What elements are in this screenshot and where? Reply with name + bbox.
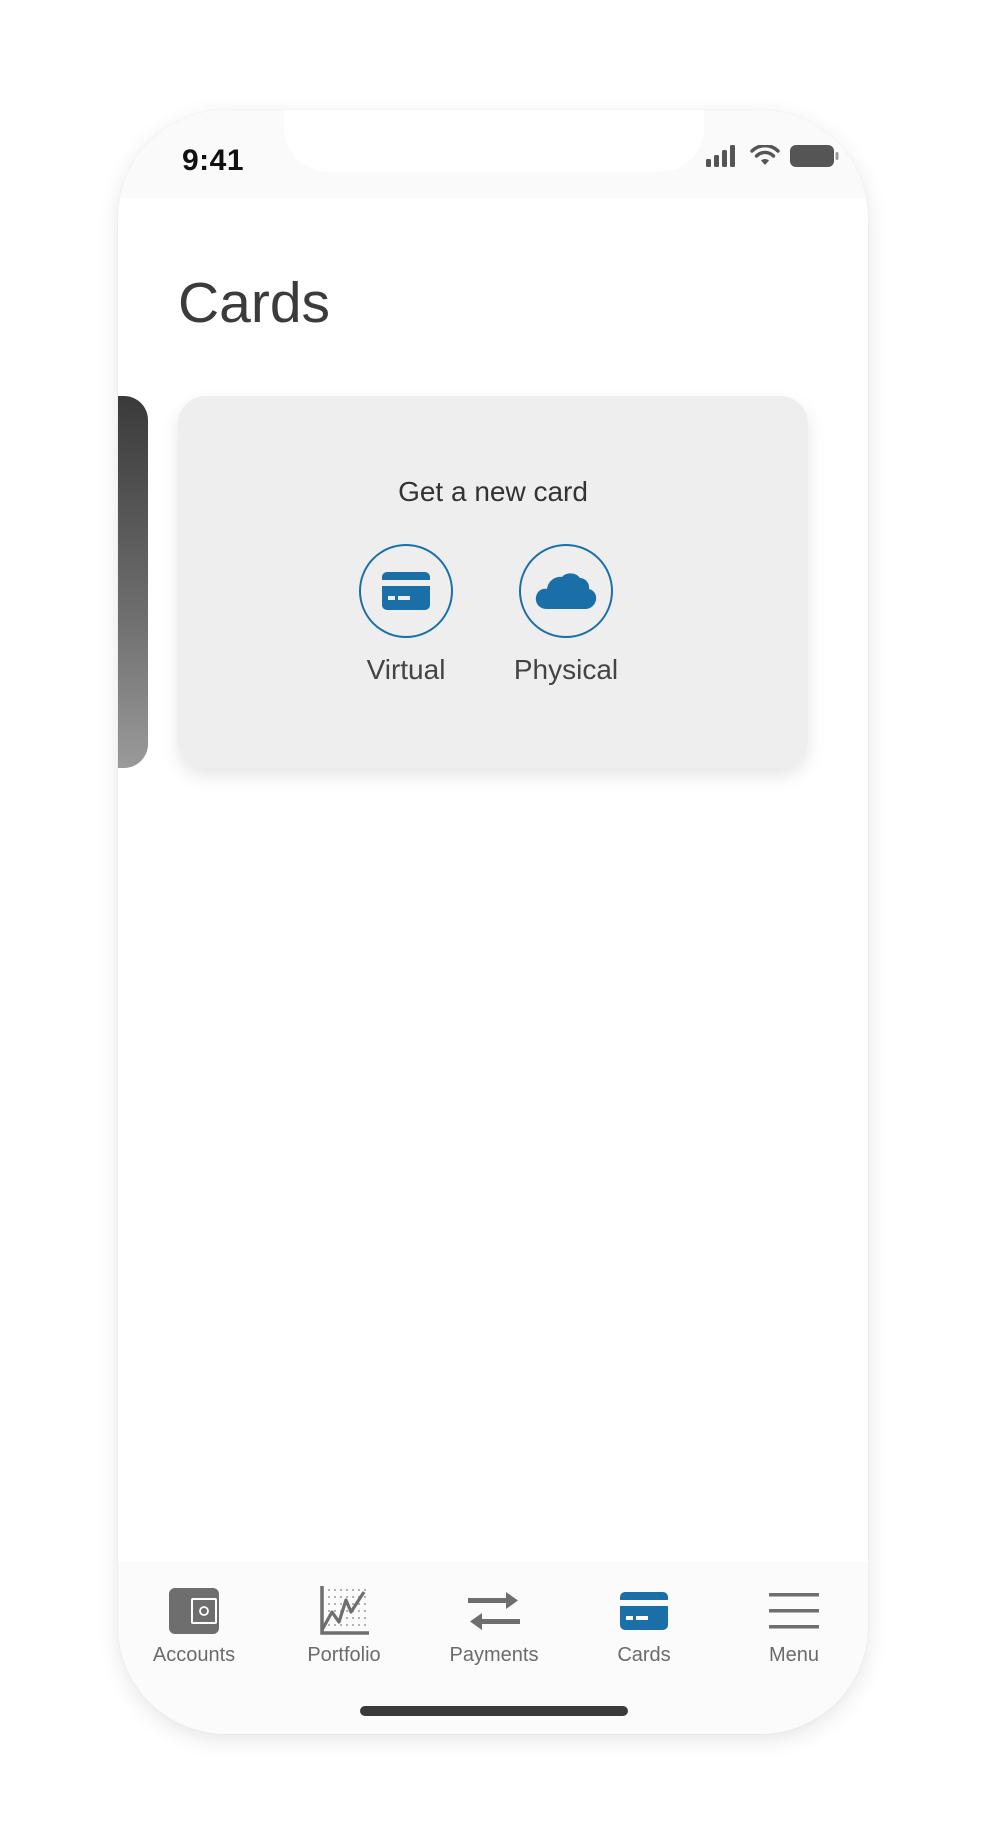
tab-cards[interactable]: Cards: [569, 1584, 719, 1667]
tab-portfolio-label: Portfolio: [307, 1644, 381, 1666]
virtual-option-label: Virtual: [366, 654, 446, 685]
tab-menu[interactable]: Menu: [719, 1584, 868, 1667]
virtual-card-button[interactable]: [359, 544, 453, 638]
new-card-panel: Get a new card Virtual Physical: [178, 396, 808, 768]
transfer-arrows-icon: [468, 1592, 520, 1630]
virtual-card-option[interactable]: Virtual: [316, 544, 496, 686]
tab-accounts[interactable]: Accounts: [119, 1584, 269, 1667]
cloud-icon: [535, 573, 597, 609]
tab-portfolio[interactable]: Portfolio: [269, 1584, 419, 1667]
notch: [284, 110, 704, 172]
battery-icon: [790, 145, 839, 167]
signal-icon: [706, 145, 735, 167]
credit-card-icon: [382, 572, 430, 610]
physical-card-button[interactable]: [519, 544, 613, 638]
wallet-icon: [169, 1588, 219, 1634]
physical-option-label: Physical: [513, 654, 619, 685]
existing-card-peek[interactable]: [118, 396, 148, 768]
tab-menu-label: Menu: [768, 1644, 820, 1666]
tab-accounts-label: Accounts: [152, 1644, 236, 1666]
chart-icon: [320, 1586, 369, 1635]
phone-frame: 9:41 Cards Get a new card Virtual Physic…: [118, 110, 868, 1734]
wifi-icon: [750, 145, 780, 165]
tab-payments[interactable]: Payments: [419, 1584, 569, 1667]
physical-card-option[interactable]: Physical: [476, 544, 656, 686]
tab-payments-label: Payments: [449, 1644, 539, 1666]
home-indicator[interactable]: [360, 1706, 628, 1716]
hamburger-menu-icon: [769, 1593, 819, 1629]
page-title: Cards: [178, 271, 331, 335]
status-bar: 9:41: [118, 110, 868, 198]
credit-card-icon: [620, 1592, 668, 1630]
tab-cards-label: Cards: [617, 1644, 671, 1666]
status-time: 9:41: [182, 144, 245, 177]
status-icons: [706, 144, 840, 168]
new-card-title: Get a new card: [398, 476, 588, 507]
